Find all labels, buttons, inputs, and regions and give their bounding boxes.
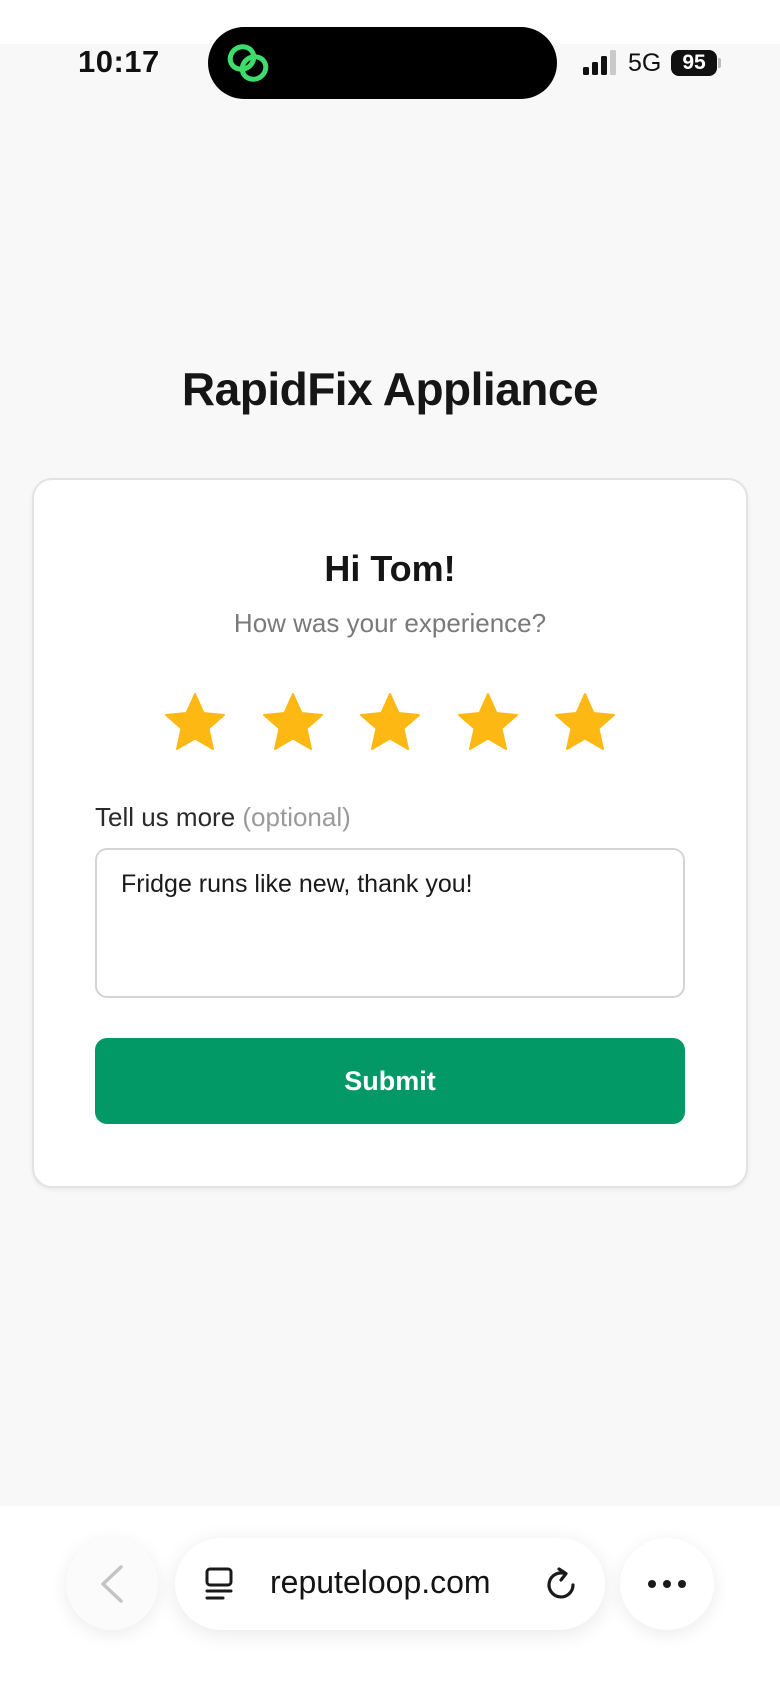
dynamic-island [208,27,557,99]
network-type: 5G [628,49,662,77]
star-4-icon[interactable] [455,690,521,756]
battery-icon: 95 [671,50,717,76]
feedback-label: Tell us more (optional) [95,802,351,833]
star-3-icon[interactable] [357,690,423,756]
page-title: RapidFix Appliance [181,363,599,415]
status-time: 10:17 [78,44,160,79]
signal-icon [583,50,616,75]
experience-prompt: How was your experience? [233,608,547,638]
star-2-icon[interactable] [260,690,326,756]
back-button[interactable] [66,1538,158,1630]
battery-level: 95 [682,51,706,74]
address-bar[interactable]: reputeloop.com [175,1538,605,1630]
feedback-textarea[interactable]: Fridge runs like new, thank you! [95,848,685,998]
battery-tip [718,58,721,68]
submit-button[interactable]: Submit [95,1038,685,1124]
star-1-icon[interactable] [162,690,228,756]
more-dots-icon [648,1580,686,1588]
back-chevron-icon [101,1565,123,1603]
tabs-icon[interactable] [203,1566,239,1602]
status-bar: 10:17 5G 95 [0,0,780,124]
star-rating [162,690,618,756]
reload-icon[interactable] [543,1565,581,1603]
url-text[interactable]: reputeloop.com [270,1564,491,1601]
greeting-heading: Hi Tom! [324,548,456,589]
optional-hint: (optional) [242,802,351,832]
link-rings-icon [227,44,269,82]
star-5-icon[interactable] [552,690,618,756]
feedback-label-text: Tell us more [95,802,236,832]
more-menu-button[interactable] [620,1538,714,1630]
